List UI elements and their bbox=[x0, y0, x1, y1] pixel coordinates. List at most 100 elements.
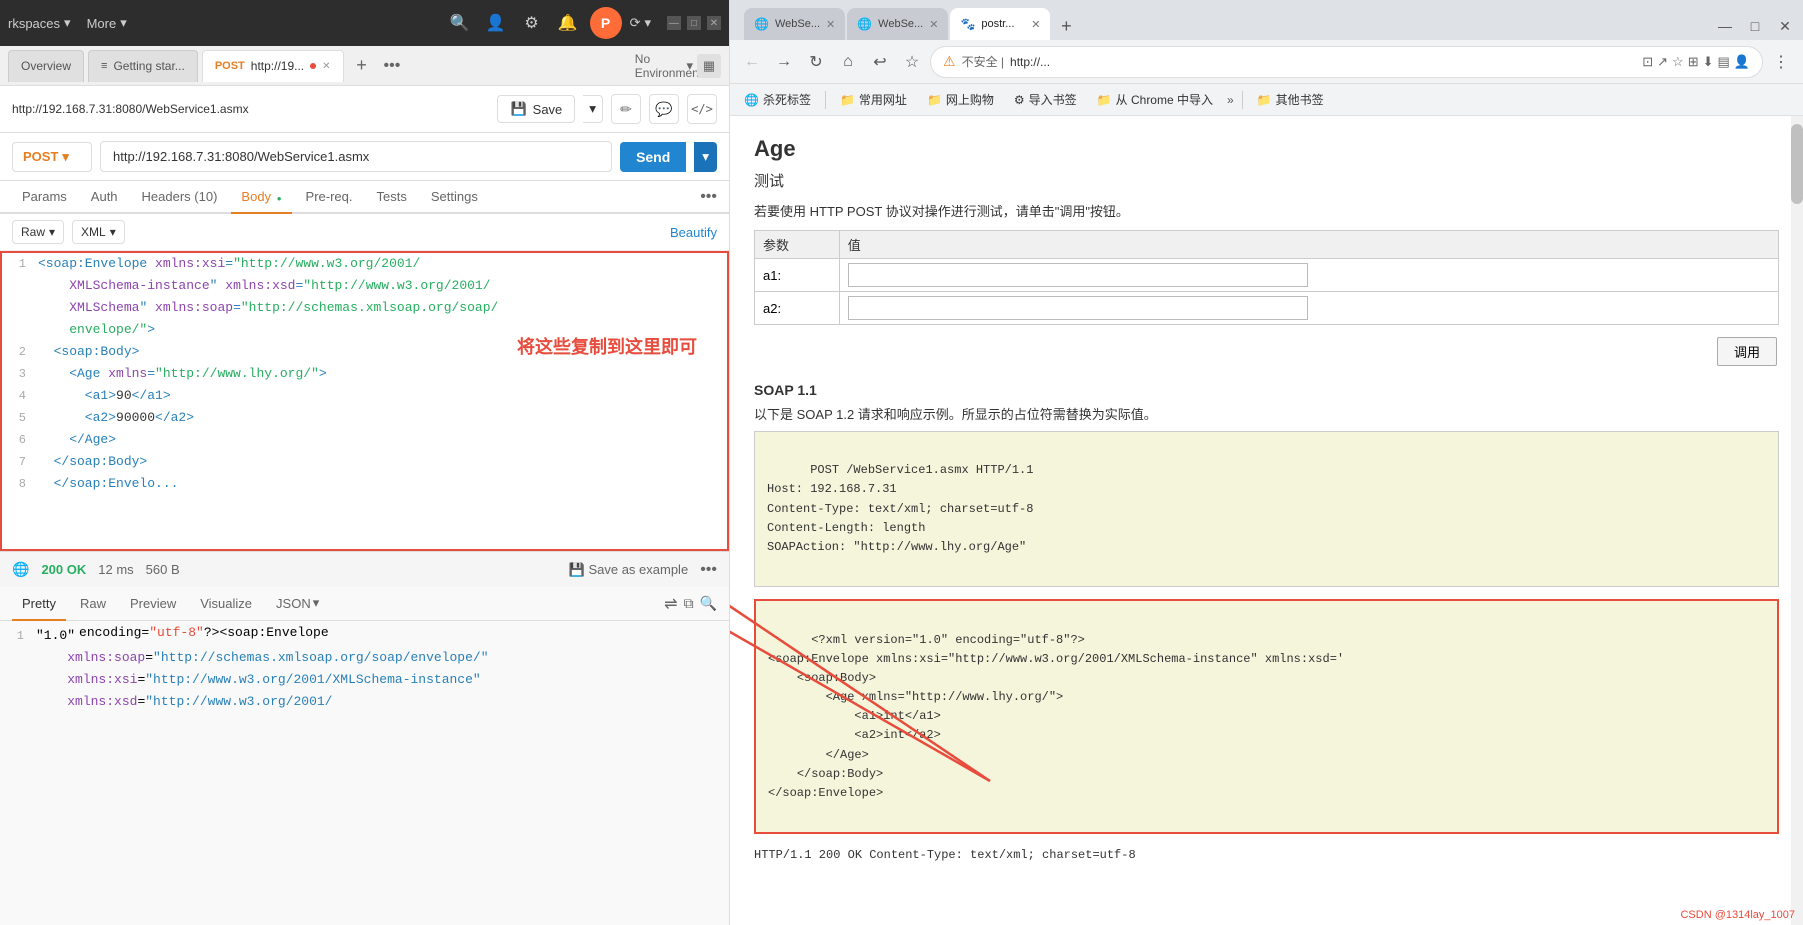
resp-tab-raw[interactable]: Raw bbox=[70, 588, 116, 621]
search-icon[interactable]: 🔍 bbox=[446, 9, 474, 37]
undo-nav-btn[interactable]: ↩ bbox=[866, 48, 894, 76]
raw-caret: ▾ bbox=[49, 225, 55, 239]
forward-btn[interactable]: → bbox=[770, 48, 798, 76]
bookmark-icon[interactable]: ☆ bbox=[1672, 54, 1684, 70]
save-icon-sm: 💾 bbox=[569, 562, 585, 577]
min-btn-browser[interactable]: — bbox=[1711, 12, 1739, 40]
tab-params[interactable]: Params bbox=[12, 181, 77, 214]
tab-more-btn[interactable]: ••• bbox=[380, 53, 405, 79]
sync-btn[interactable]: ⟳ ▾ bbox=[630, 15, 651, 31]
bookmarks-more[interactable]: » bbox=[1227, 93, 1234, 107]
save-dropdown-btn[interactable]: ▾ bbox=[583, 95, 603, 123]
bookmark-common[interactable]: 📁 常用网址 bbox=[834, 88, 913, 111]
param-a1-label: a1: bbox=[755, 259, 840, 292]
request-tabs-more[interactable]: ••• bbox=[700, 188, 717, 206]
tab-prereq[interactable]: Pre-req. bbox=[296, 181, 363, 214]
filter-btn[interactable]: ⇌ bbox=[664, 594, 677, 614]
tab-headers[interactable]: Headers (10) bbox=[132, 181, 228, 214]
soap-xml-version-line: <?xml version="1.0" encoding="utf-8"?> <… bbox=[768, 633, 1344, 801]
tab-active-request[interactable]: POST http://19... ✕ bbox=[202, 50, 344, 82]
bookmark-kill-tab[interactable]: 🌐 杀死标签 bbox=[738, 88, 817, 111]
browser-tab-2[interactable]: 🌐 WebSe... ✕ bbox=[847, 8, 948, 40]
tab-add-btn[interactable]: + bbox=[348, 52, 376, 80]
browser-tab-1[interactable]: 🌐 WebSe... ✕ bbox=[744, 8, 845, 40]
method-label: POST bbox=[23, 149, 58, 164]
send-dropdown-btn[interactable]: ▾ bbox=[694, 142, 717, 172]
url-bar[interactable]: ⚠ 不安全 | http://... ⊡ ↗ ☆ ⊞ ⬇ ▤ 👤 bbox=[930, 46, 1763, 78]
comment-icon-btn[interactable]: 💬 bbox=[649, 94, 679, 124]
tab-add-btn-browser[interactable]: + bbox=[1052, 12, 1080, 40]
browser-tabs-bar: 🌐 WebSe... ✕ 🌐 WebSe... ✕ 🐾 postr... ✕ +… bbox=[730, 0, 1803, 40]
others-label: 其他书签 bbox=[1276, 91, 1324, 108]
edit-icon-btn[interactable]: ✏ bbox=[611, 94, 641, 124]
url-input[interactable] bbox=[100, 141, 612, 172]
browser-scrollbar[interactable] bbox=[1791, 116, 1803, 925]
raw-btn[interactable]: Raw ▾ bbox=[12, 220, 64, 244]
xml-select[interactable]: XML ▾ bbox=[72, 220, 125, 244]
folder-icon-2: 📁 bbox=[927, 93, 942, 107]
tab3-close[interactable]: ✕ bbox=[1031, 18, 1040, 31]
workspaces-menu[interactable]: rkspaces ▾ bbox=[8, 15, 71, 31]
code-editor[interactable]: 1 <soap:Envelope xmlns:xsi="http://www.w… bbox=[0, 251, 729, 551]
bookmark-import[interactable]: ⚙ 导入书签 bbox=[1008, 88, 1083, 111]
test-description: 若要使用 HTTP POST 协议对操作进行测试，请单击"调用"按钮。 bbox=[754, 201, 1779, 220]
save-example-btn[interactable]: 💾 Save as example bbox=[569, 562, 689, 578]
more-menu[interactable]: More ▾ bbox=[79, 11, 135, 35]
beautify-btn[interactable]: Beautify bbox=[670, 225, 717, 240]
code-icon-btn[interactable]: </> bbox=[687, 94, 717, 124]
scrollbar-thumb[interactable] bbox=[1791, 124, 1803, 204]
resp-format-select[interactable]: JSON ▾ bbox=[266, 587, 329, 621]
sidebar-toggle[interactable]: ▦ bbox=[697, 54, 721, 78]
resp-tab-pretty[interactable]: Pretty bbox=[12, 588, 66, 621]
refresh-btn[interactable]: ↻ bbox=[802, 48, 830, 76]
crop-icon[interactable]: ⊞ bbox=[1688, 54, 1699, 70]
resp-tab-preview[interactable]: Preview bbox=[120, 588, 186, 621]
back-btn[interactable]: ← bbox=[738, 48, 766, 76]
body-dot: ● bbox=[277, 194, 282, 203]
csdn-watermark: CSDN @1314lay_1007 bbox=[1680, 909, 1795, 921]
env-btn[interactable]: No Environment bbox=[654, 52, 682, 80]
tab1-close[interactable]: ✕ bbox=[826, 18, 835, 31]
settings-icon[interactable]: ⚙ bbox=[518, 9, 546, 37]
menu-icon[interactable]: ⋮ bbox=[1767, 48, 1795, 76]
bookmark-others[interactable]: 📁 其他书签 bbox=[1251, 88, 1330, 111]
format-caret: ▾ bbox=[313, 595, 320, 611]
response-code-panel[interactable]: 1 "1.0" encoding="utf-8"?><soap:Envelope… bbox=[0, 621, 729, 925]
tab-body[interactable]: Body ● bbox=[231, 181, 291, 214]
minimize-btn[interactable]: — bbox=[667, 16, 681, 30]
bookmark-shopping[interactable]: 📁 网上购物 bbox=[921, 88, 1000, 111]
maximize-btn[interactable]: □ bbox=[687, 16, 701, 30]
max-btn-browser[interactable]: □ bbox=[1741, 12, 1769, 40]
download-icon[interactable]: ⬇ bbox=[1703, 54, 1714, 70]
copy-response-btn[interactable]: ⧉ bbox=[684, 595, 694, 612]
bell-icon[interactable]: 🔔 bbox=[554, 9, 582, 37]
close-btn[interactable]: ✕ bbox=[707, 16, 721, 30]
param-a1-input[interactable] bbox=[848, 263, 1308, 287]
screenshot-icon[interactable]: ⊡ bbox=[1642, 54, 1653, 70]
profile-icon[interactable]: 👤 bbox=[1734, 54, 1750, 70]
tab-settings[interactable]: Settings bbox=[421, 181, 488, 214]
method-select[interactable]: POST ▾ bbox=[12, 142, 92, 172]
close-btn-browser[interactable]: ✕ bbox=[1771, 12, 1799, 40]
env-caret[interactable]: ▾ bbox=[686, 58, 693, 74]
invoke-button[interactable]: 调用 bbox=[1717, 337, 1777, 366]
tab-auth[interactable]: Auth bbox=[81, 181, 128, 214]
save-button[interactable]: 💾 Save bbox=[497, 95, 575, 123]
tab2-close[interactable]: ✕ bbox=[929, 18, 938, 31]
resp-tab-visualize[interactable]: Visualize bbox=[190, 588, 262, 621]
param-a2-input[interactable] bbox=[848, 296, 1308, 320]
home-btn[interactable]: ⌂ bbox=[834, 48, 862, 76]
bookmark-chrome-import[interactable]: 📁 从 Chrome 中导入 bbox=[1091, 88, 1219, 111]
tab-overview[interactable]: Overview bbox=[8, 50, 84, 82]
tab-close-btn[interactable]: ✕ bbox=[322, 61, 330, 72]
send-button[interactable]: Send bbox=[620, 142, 686, 172]
sidebar-icon[interactable]: ▤ bbox=[1718, 54, 1730, 70]
search-response-btn[interactable]: 🔍 bbox=[700, 595, 717, 612]
browser-tab-3[interactable]: 🐾 postr... ✕ bbox=[950, 8, 1050, 40]
bookmark-star[interactable]: ☆ bbox=[898, 48, 926, 76]
share-icon[interactable]: ↗ bbox=[1657, 54, 1668, 70]
status-more-btn[interactable]: ••• bbox=[700, 561, 717, 579]
invite-icon[interactable]: 👤 bbox=[482, 9, 510, 37]
tab-getting-started[interactable]: ≡ Getting star... bbox=[88, 50, 198, 82]
tab-tests[interactable]: Tests bbox=[367, 181, 417, 214]
